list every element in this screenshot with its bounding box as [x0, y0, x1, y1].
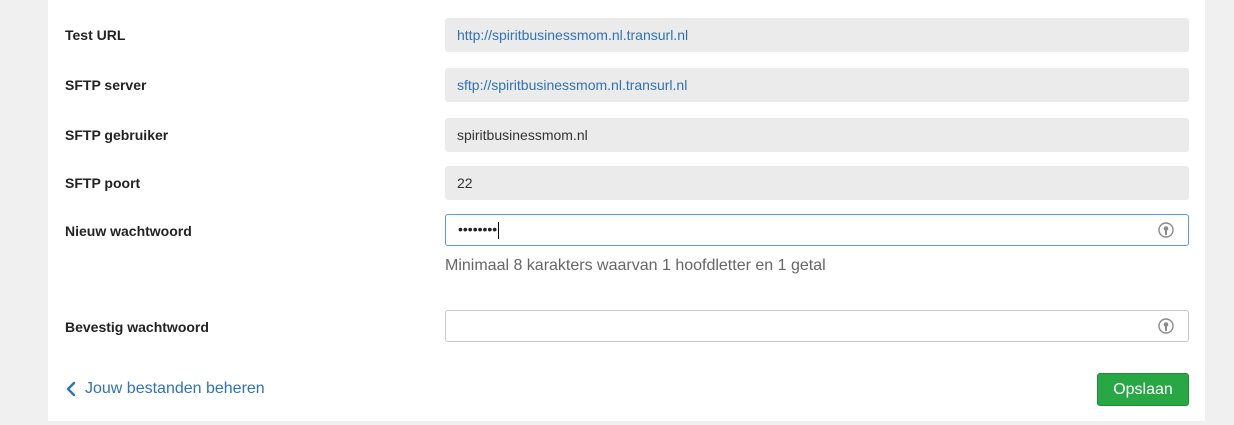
sftp-server-label: SFTP server: [65, 77, 147, 93]
sftp-settings-card: Test URL http://spiritbusinessmom.nl.tra…: [48, 0, 1205, 421]
sftp-port-label: SFTP poort: [65, 175, 141, 191]
sftp-user-value: spiritbusinessmom.nl: [457, 127, 588, 143]
sftp-port-field[interactable]: 22: [445, 166, 1189, 200]
sftp-server-field[interactable]: sftp://spiritbusinessmom.nl.transurl.nl: [445, 68, 1189, 102]
password-hint: Minimaal 8 karakters waarvan 1 hoofdlett…: [445, 257, 826, 274]
new-password-label: Nieuw wachtwoord: [65, 223, 192, 239]
chevron-left-icon: [66, 381, 76, 397]
text-caret: [498, 222, 499, 239]
sftp-server-value[interactable]: sftp://spiritbusinessmom.nl.transurl.nl: [457, 77, 687, 93]
reveal-password-icon[interactable]: [1158, 318, 1174, 334]
test-url-value[interactable]: http://spiritbusinessmom.nl.transurl.nl: [457, 27, 688, 43]
new-password-input[interactable]: ••••••••: [445, 214, 1189, 246]
reveal-password-icon[interactable]: [1158, 222, 1174, 238]
confirm-password-label: Bevestig wachtwoord: [65, 319, 209, 335]
test-url-field[interactable]: http://spiritbusinessmom.nl.transurl.nl: [445, 18, 1189, 52]
test-url-label: Test URL: [65, 27, 126, 43]
back-link-label[interactable]: Jouw bestanden beheren: [85, 380, 265, 398]
back-to-files-link[interactable]: Jouw bestanden beheren: [65, 380, 265, 398]
sftp-user-field[interactable]: spiritbusinessmom.nl: [445, 118, 1189, 152]
confirm-password-input[interactable]: [445, 310, 1189, 342]
new-password-masked-value: ••••••••: [458, 221, 498, 237]
sftp-port-value: 22: [457, 175, 473, 191]
save-button[interactable]: Opslaan: [1097, 373, 1189, 406]
sftp-user-label: SFTP gebruiker: [65, 127, 169, 143]
